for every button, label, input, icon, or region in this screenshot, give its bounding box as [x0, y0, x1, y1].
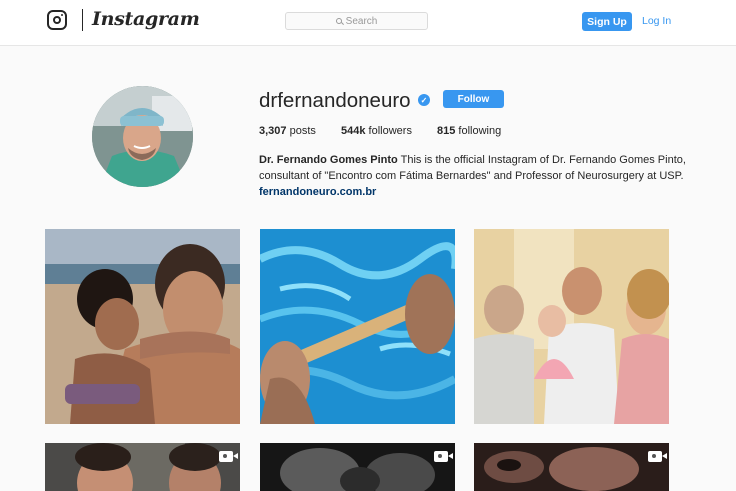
post-thumbnail[interactable] — [45, 443, 240, 491]
profile-username: drfernandoneuro — [259, 89, 411, 112]
post-thumbnail[interactable] — [474, 229, 669, 424]
logo-divider — [82, 9, 83, 31]
top-navigation-bar: Instagram Search Sign Up Log In — [0, 0, 736, 46]
profile-full-name: Dr. Fernando Gomes Pinto — [259, 154, 398, 166]
search-input[interactable]: Search — [285, 12, 428, 30]
instagram-wordmark[interactable]: Instagram — [92, 8, 200, 30]
video-icon — [434, 451, 453, 462]
video-icon — [648, 451, 667, 462]
following-count[interactable]: 815 following — [437, 125, 501, 137]
followers-count[interactable]: 544k followers — [341, 125, 412, 137]
search-placeholder: Search — [345, 15, 378, 27]
posts-count: 3,307 posts — [259, 125, 316, 137]
post-thumbnail[interactable] — [260, 229, 455, 424]
video-icon — [219, 451, 238, 462]
profile-avatar[interactable] — [92, 86, 193, 187]
sign-up-button[interactable]: Sign Up — [582, 12, 632, 31]
post-thumbnail[interactable] — [474, 443, 669, 491]
post-thumbnail[interactable] — [45, 229, 240, 424]
profile-website-link[interactable]: fernandoneuro.com.br — [259, 184, 689, 200]
log-in-link[interactable]: Log In — [642, 15, 671, 27]
post-thumbnail[interactable] — [260, 443, 455, 491]
profile-bio: Dr. Fernando Gomes Pinto This is the off… — [259, 152, 689, 200]
search-icon — [335, 18, 342, 24]
verified-badge-icon: ✓ — [418, 94, 430, 106]
instagram-camera-icon[interactable] — [47, 10, 67, 30]
follow-button[interactable]: Follow — [443, 90, 504, 108]
